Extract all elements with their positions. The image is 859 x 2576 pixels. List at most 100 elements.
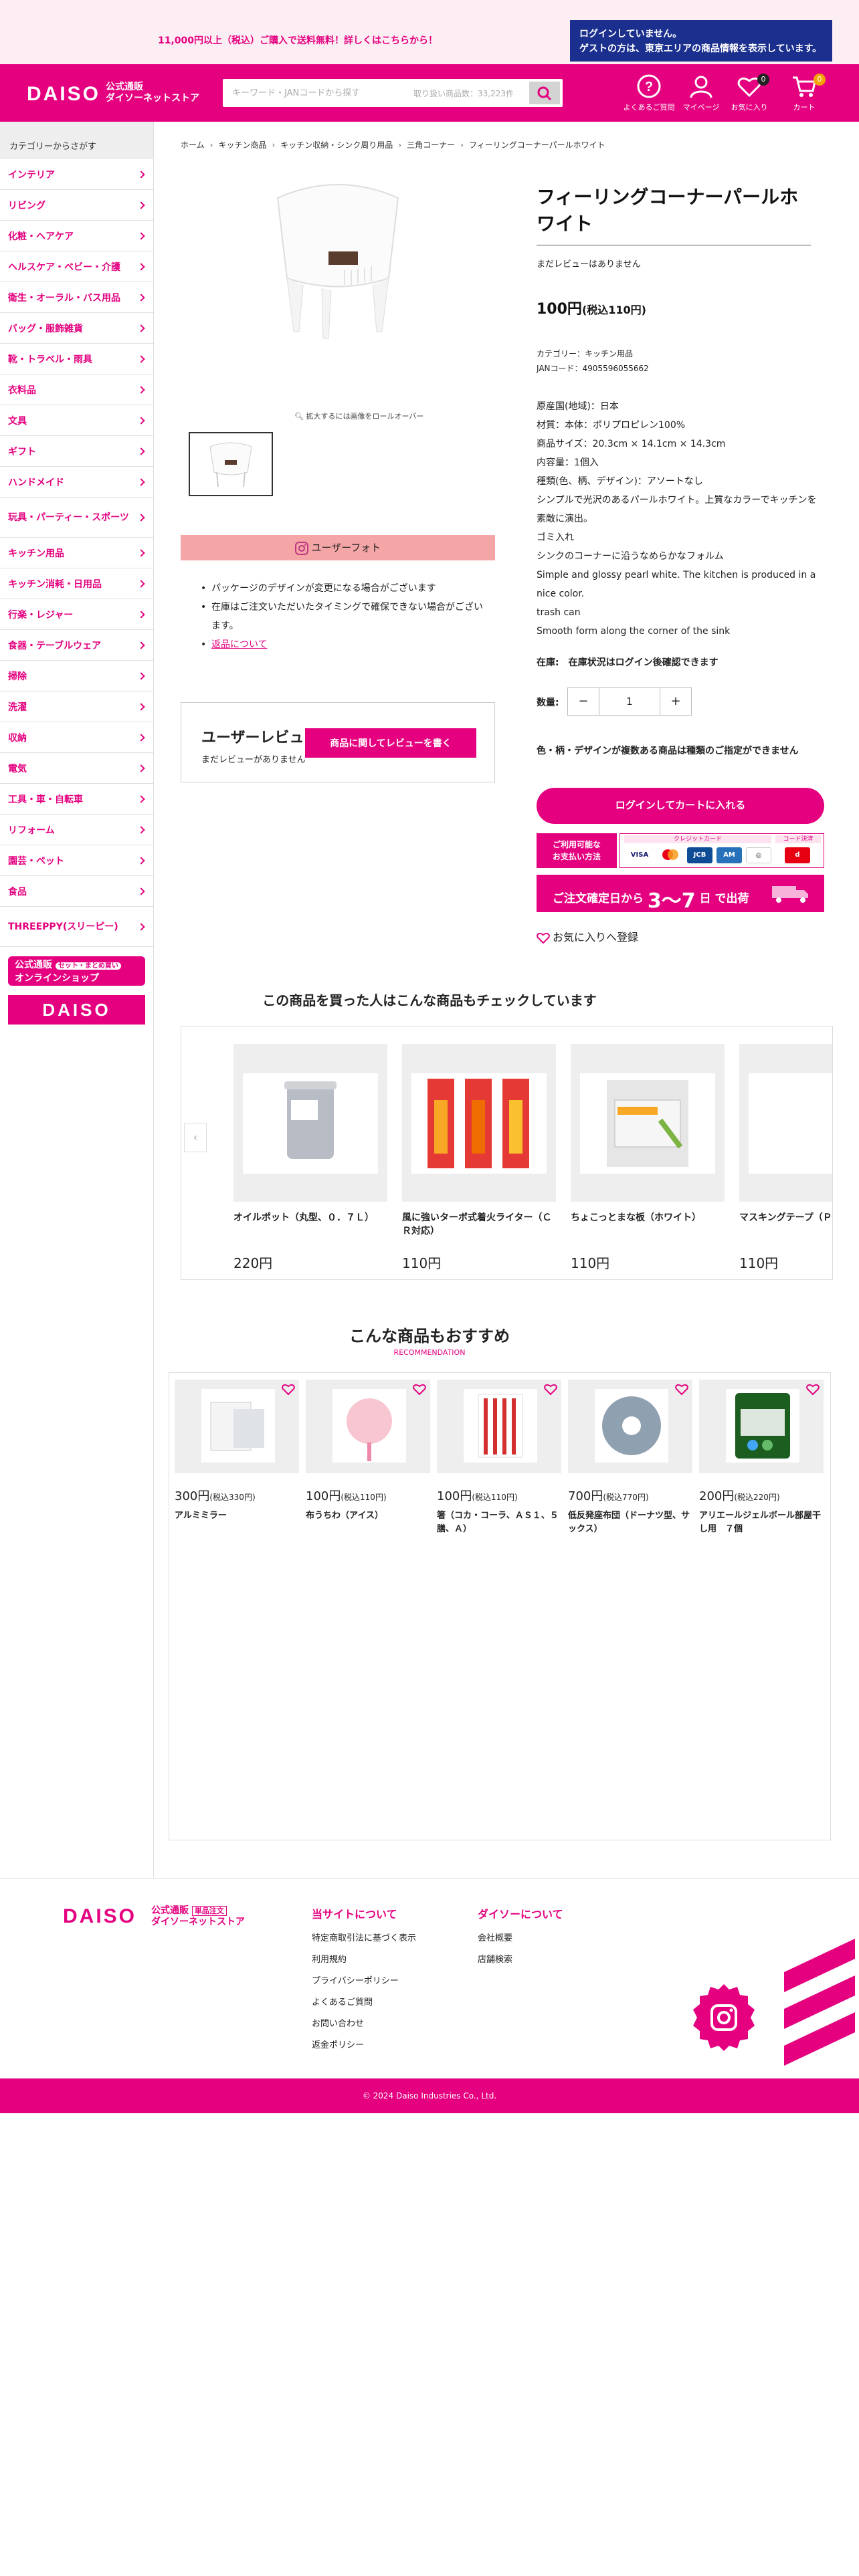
reco-price: 100円(税込110円) — [306, 1487, 430, 1504]
cross-sell-item[interactable]: オイルポット（丸型、０．７Ｌ） 220円 — [233, 1044, 387, 1272]
sidebar-category-item[interactable]: リビング — [0, 190, 153, 221]
cross-sell-item[interactable]: マスキングテープ（ＰＡ ん）ＦＹ． 110円 — [739, 1044, 832, 1272]
footer-logo[interactable]: DAISO — [63, 1905, 136, 1928]
product-thumbnail[interactable] — [189, 432, 273, 496]
page-top-chevron-icon[interactable] — [784, 1939, 855, 2066]
code-payment-label: コード決済 — [775, 835, 821, 843]
sidebar-category-item[interactable]: 靴・トラベル・雨具 — [0, 344, 153, 374]
thumbnail-graphic — [209, 442, 252, 488]
sidebar-category-item[interactable]: 掃除 — [0, 661, 153, 691]
reco-image — [175, 1380, 299, 1473]
sidebar-category-item[interactable]: リフォーム — [0, 815, 153, 845]
recommendation-item[interactable]: 700円(税込770円) 低反発座布団（ドーナツ型、サックス） — [568, 1380, 692, 1536]
recommendation-item[interactable]: 100円(税込110円) 箸（コカ・コーラ、ＡＳ１、５膳、Ａ） — [437, 1380, 561, 1536]
sidebar-category-item[interactable]: THREEPPY(スリーピー) — [0, 907, 153, 947]
recommendation-item[interactable]: 100円(税込110円) 布うちわ（アイス） — [306, 1380, 430, 1523]
sidebar-category-item[interactable]: 食器・テーブルウェア — [0, 630, 153, 661]
sidebar-category-item[interactable]: ハンドメイド — [0, 467, 153, 498]
mypage-link[interactable]: マイページ — [674, 74, 728, 112]
sidebar-category-item[interactable]: 園芸・ペット — [0, 845, 153, 876]
cross-sell-item[interactable]: ちょこっとまな板（ホワイト） 110円 — [571, 1044, 725, 1272]
heart-outline-icon[interactable] — [675, 1384, 688, 1396]
footer-link[interactable]: よくあるご質問 — [312, 1992, 416, 2014]
cross-sell-item[interactable]: 風に強いターボ式着火ライター（ＣＲ対応） 110円 — [402, 1044, 556, 1272]
quantity-value[interactable]: 1 — [599, 688, 660, 715]
reco-image — [568, 1380, 692, 1473]
sidebar-category-item[interactable]: ギフト — [0, 436, 153, 467]
sidebar-category-item[interactable]: 工具・車・自転車 — [0, 784, 153, 815]
return-policy-link[interactable]: 返品について — [211, 639, 268, 650]
sidebar-category-item[interactable]: 収納 — [0, 722, 153, 753]
quantity-increase-button[interactable]: + — [660, 688, 691, 715]
zoom-hint-text: 拡大するには画像をロールオーバー — [306, 412, 424, 421]
sidebar-category-item[interactable]: 文具 — [0, 405, 153, 436]
recommendation-item[interactable]: 300円(税込330円) アルミミラー — [175, 1380, 299, 1523]
sidebar-category-item[interactable]: キッチン消耗・日用品 — [0, 568, 153, 599]
footer-link[interactable]: 店舗検索 — [478, 1949, 563, 1971]
sidebar-category-item[interactable]: 衣料品 — [0, 374, 153, 405]
footer-link[interactable]: プライバシーポリシー — [312, 1971, 416, 1992]
sidebar-category-item[interactable]: インテリア — [0, 159, 153, 190]
notice-bar: 11,000円以上（税込）ご購入で送料無料！詳しくはこちらから！ ログインしてい… — [0, 0, 859, 64]
sidebar-category-item[interactable]: 化粧・ヘアケア — [0, 221, 153, 251]
quantity-label: 数量: — [537, 697, 559, 708]
sidebar-category-item[interactable]: 洗濯 — [0, 691, 153, 722]
quantity-decrease-button[interactable]: − — [568, 688, 599, 715]
ship-suffix: 日 で出荷 — [699, 892, 749, 905]
footer-logo-line1: 公式通販 — [151, 1905, 189, 1916]
site-logo[interactable]: DAISO — [27, 83, 100, 106]
sidebar-category-item[interactable]: キッチン用品 — [0, 538, 153, 568]
heart-outline-icon[interactable] — [806, 1384, 820, 1396]
footer-link[interactable]: お問い合わせ — [312, 2014, 416, 2035]
description-line: Simple and glossy pearl white. The kitch… — [537, 570, 816, 599]
product-main-image[interactable] — [264, 178, 411, 358]
cart-link[interactable]: カート 0 — [777, 74, 831, 112]
sidebar-category-item[interactable]: 衛生・オーラル・バス用品 — [0, 282, 153, 313]
heart-outline-icon[interactable] — [544, 1384, 557, 1396]
reco-name: アリエールジェルボール部屋干し用 ７個 — [699, 1511, 822, 1534]
sidebar-category-item[interactable]: 食品 — [0, 876, 153, 907]
sidebar-category-label: 食品 — [8, 886, 27, 897]
breadcrumb-separator-icon: › — [460, 140, 464, 150]
description-line: trash can — [537, 607, 581, 618]
cart-count-badge: 0 — [814, 74, 826, 86]
sidebar-category-item[interactable]: ヘルスケア・ベビー・介護 — [0, 251, 153, 282]
search-button[interactable] — [529, 82, 560, 104]
reco-image — [306, 1380, 430, 1473]
instagram-badge-icon[interactable] — [689, 1983, 759, 2052]
price-value: 100円 — [537, 301, 582, 318]
breadcrumb-item[interactable]: キッチン商品 — [218, 140, 266, 150]
user-photo-bar[interactable]: ユーザーフォト — [181, 535, 495, 560]
heart-outline-icon[interactable] — [413, 1384, 426, 1396]
heart-outline-icon[interactable] — [282, 1384, 295, 1396]
search-item-count: 取り扱い商品数：33,223件 — [413, 89, 514, 98]
online-shop-banner[interactable]: 公式通販 セット・まとめ買い オンラインショップ — [8, 956, 145, 986]
sidebar-category-item[interactable]: 玩具・パーティー・スポーツ — [0, 498, 153, 538]
description-line: 内容量：1個入 — [537, 457, 599, 468]
footer-link[interactable]: 特定商取引法に基づく表示 — [312, 1928, 416, 1949]
user-icon — [690, 76, 712, 98]
logo-sub-line1: 公式通販 — [106, 82, 143, 92]
sidebar-category-item[interactable]: バッグ・服飾雑貨 — [0, 313, 153, 344]
sidebar-category-item[interactable]: 行楽・レジャー — [0, 599, 153, 630]
footer-link[interactable]: 利用規約 — [312, 1949, 416, 1971]
footer-link[interactable]: 返金ポリシー — [312, 2035, 416, 2056]
favorites-link[interactable]: お気に入り 0 — [723, 74, 776, 112]
footer-link[interactable]: 会社概要 — [478, 1928, 563, 1949]
breadcrumb-separator-icon: › — [272, 140, 276, 150]
breadcrumb-item[interactable]: ホーム — [181, 140, 205, 150]
review-section: ユーザーレビュー まだレビューがありません 商品に関してレビューを書く — [181, 702, 495, 782]
sidebar-category-label: 靴・トラベル・雨具 — [8, 354, 92, 365]
add-to-favorites-link[interactable]: お気に入りへ登録 — [537, 928, 638, 944]
chevron-right-icon — [137, 671, 145, 680]
free-shipping-link[interactable]: 11,000円以上（税込）ご購入で送料無料！詳しくはこちらから！ — [158, 33, 438, 47]
carousel-prev-button[interactable]: ‹ — [184, 1123, 207, 1152]
sidebar-category-item[interactable]: 電気 — [0, 753, 153, 784]
breadcrumb-item[interactable]: キッチン収納・シンク周り用品 — [280, 140, 393, 150]
recommendation-item[interactable]: 200円(税込220円) アリエールジェルボール部屋干し用 ７個 — [699, 1380, 824, 1536]
banner-line1: 公式通販 — [15, 960, 52, 970]
login-add-to-cart-button[interactable]: ログインしてカートに入れる — [537, 788, 824, 824]
write-review-button[interactable]: 商品に関してレビューを書く — [305, 728, 476, 758]
faq-link[interactable]: ? よくあるご質問 — [622, 74, 676, 112]
breadcrumb-item[interactable]: 三角コーナー — [407, 140, 455, 150]
